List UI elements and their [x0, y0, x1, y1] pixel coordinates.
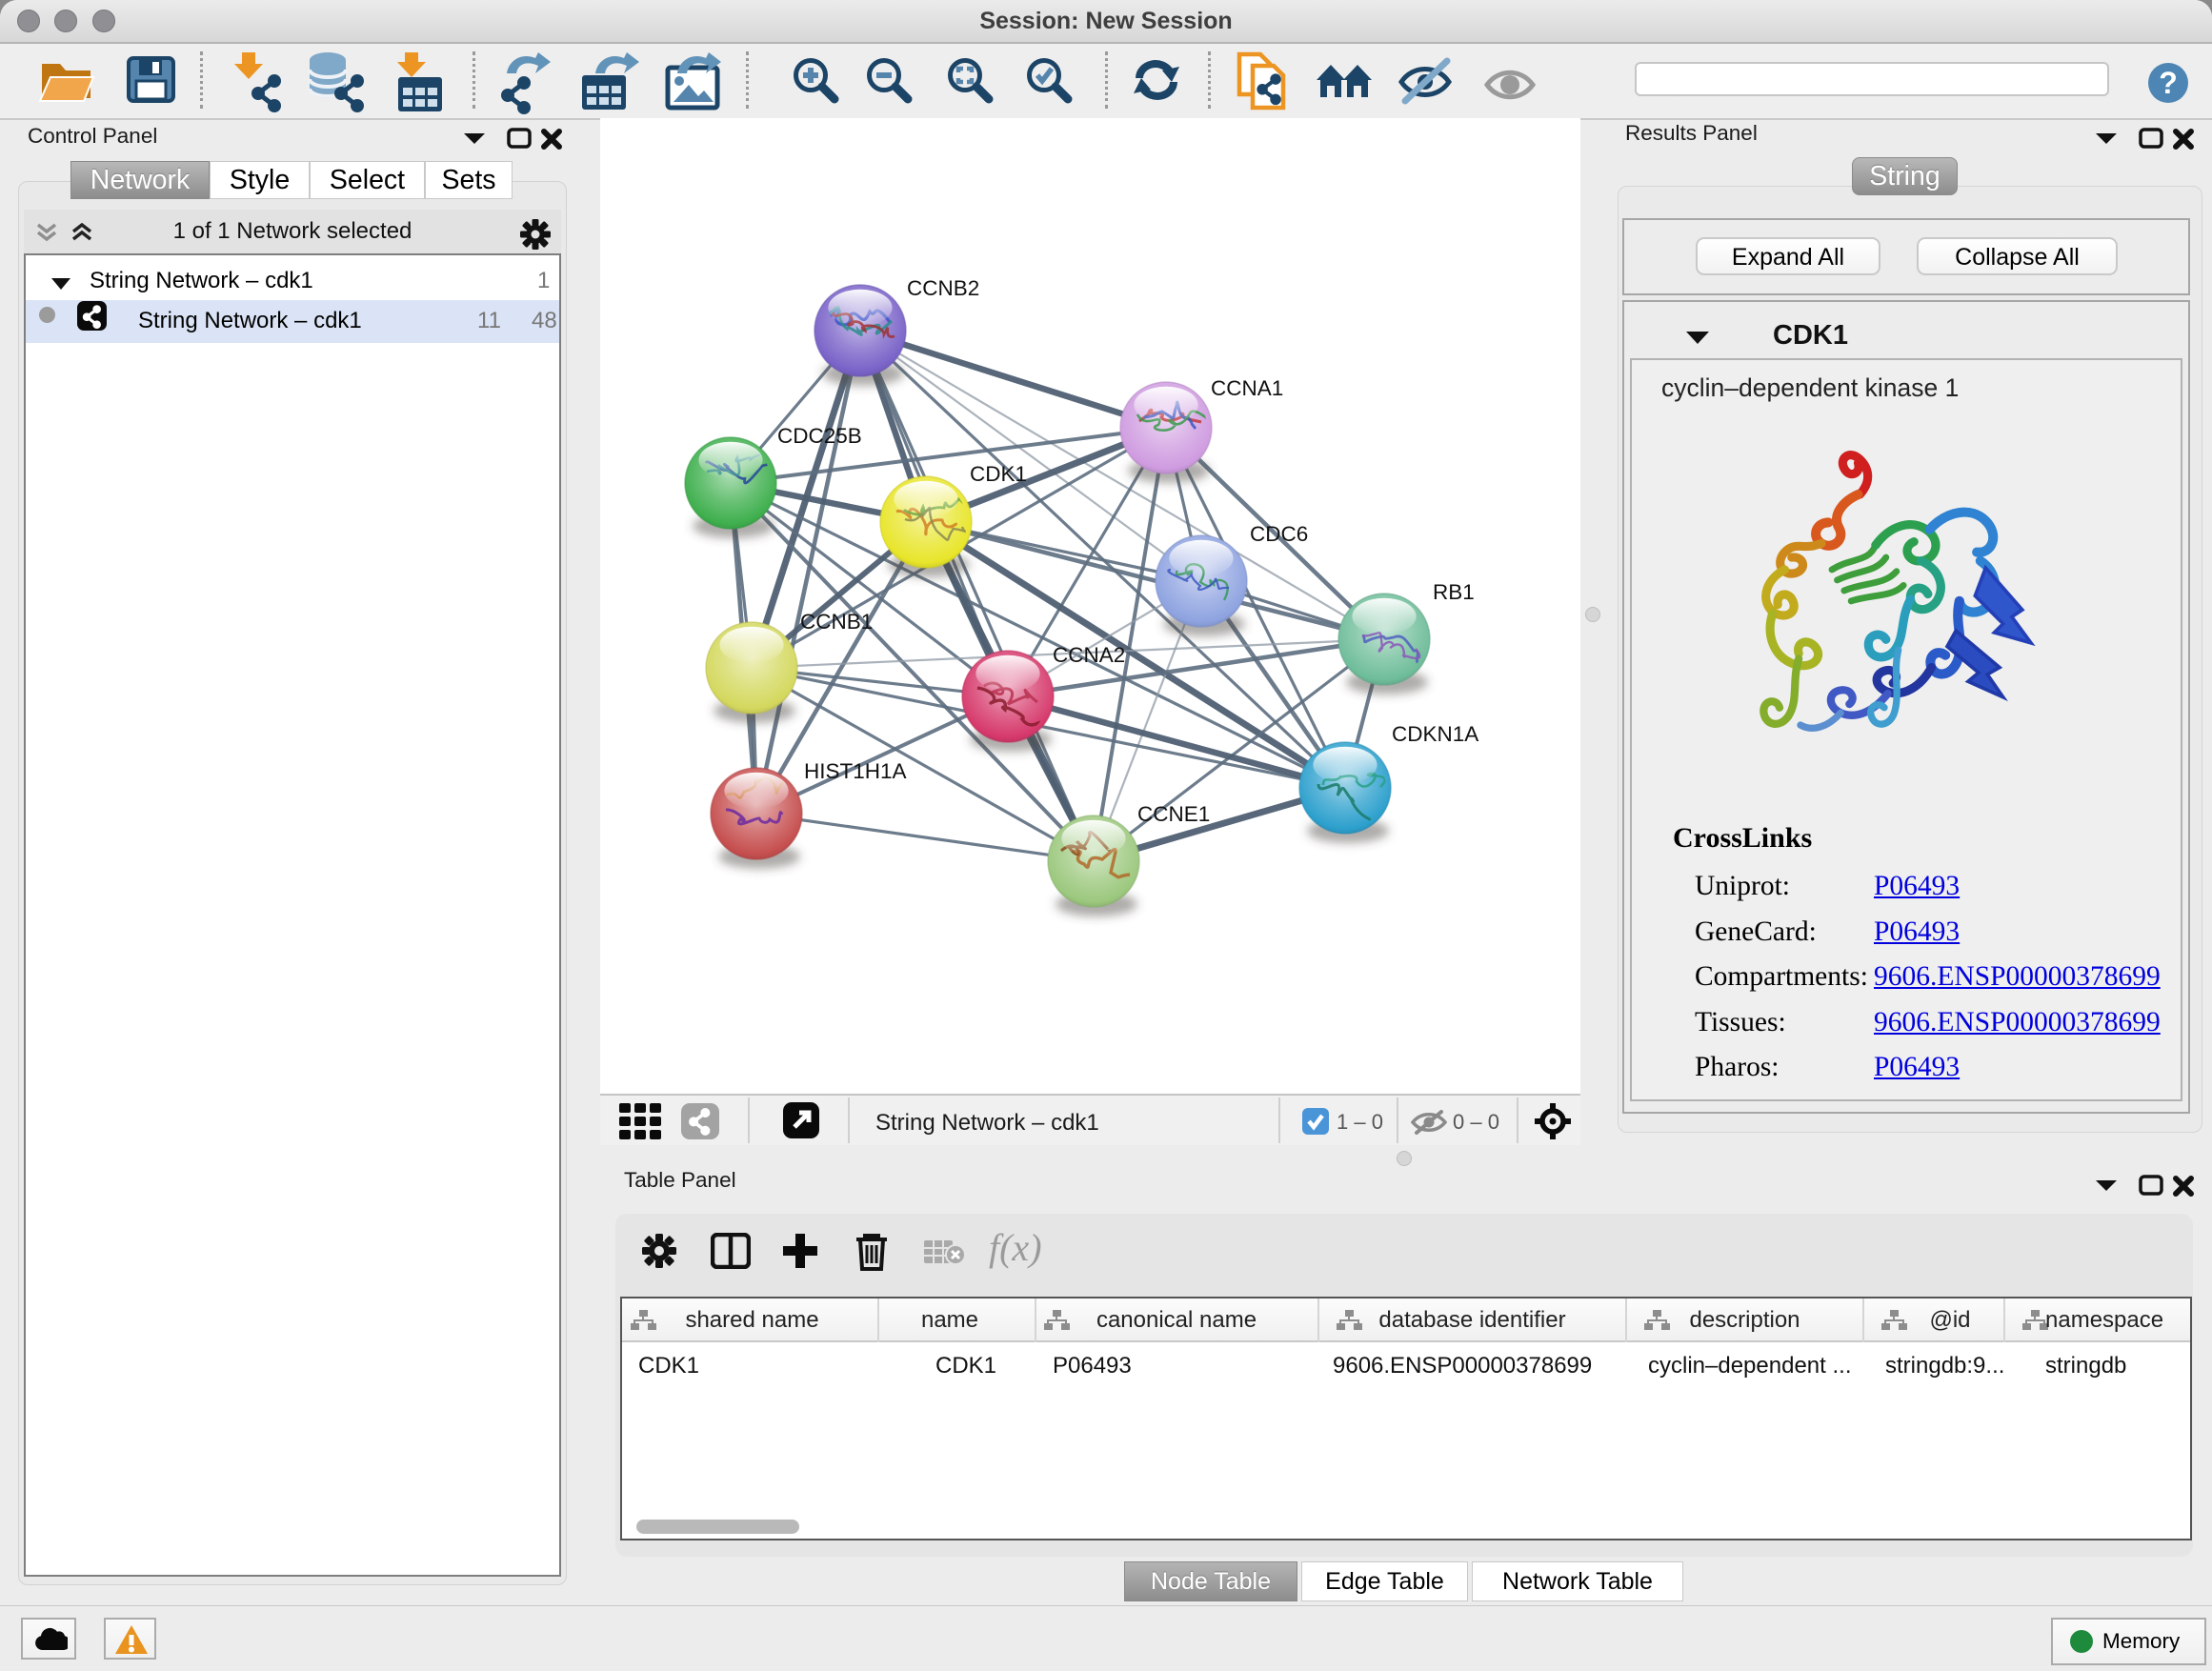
svg-text:CCNB2: CCNB2: [907, 276, 979, 300]
svg-text:CCNA2: CCNA2: [1053, 643, 1125, 667]
svg-text:CCNE1: CCNE1: [1137, 802, 1210, 826]
svg-text:CDC6: CDC6: [1250, 522, 1308, 546]
svg-text:CDKN1A: CDKN1A: [1392, 722, 1478, 746]
svg-text:CDC25B: CDC25B: [777, 424, 862, 448]
svg-text:CCNB1: CCNB1: [800, 610, 873, 634]
svg-text:RB1: RB1: [1433, 580, 1475, 604]
svg-text:?: ?: [2159, 66, 2178, 100]
svg-text:HIST1H1A: HIST1H1A: [804, 759, 907, 783]
svg-text:CCNA1: CCNA1: [1211, 376, 1283, 400]
svg-text:CDK1: CDK1: [970, 462, 1027, 486]
